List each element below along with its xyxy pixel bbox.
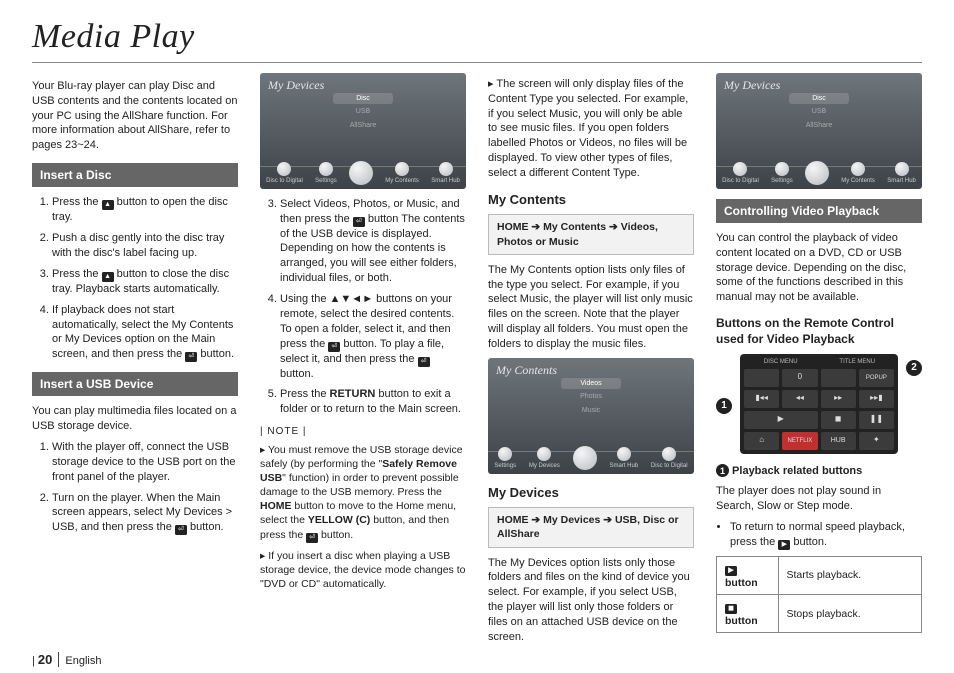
enter-icon: ⏎ xyxy=(306,533,318,543)
disc-steps: Press the ▲ button to open the disc tray… xyxy=(32,195,238,362)
column-1: Your Blu-ray player can play Disc and US… xyxy=(32,73,238,651)
section-insert-disc: Insert a Disc xyxy=(32,163,238,187)
play-icon: ▶ xyxy=(725,566,737,576)
col3-top-note: The screen will only display files of th… xyxy=(488,77,694,181)
prev-icon: ▮◂◂ xyxy=(744,390,779,408)
section-insert-usb: Insert a USB Device xyxy=(32,372,238,396)
column-3: The screen will only display files of th… xyxy=(488,73,694,651)
screenshot-my-devices-2: My Devices Disc USB AllShare Disc to Dig… xyxy=(716,73,922,189)
usb-intro: You can play multimedia files located on… xyxy=(32,404,238,434)
screenshot-my-devices: My Devices Disc USB AllShare Disc to Dig… xyxy=(260,73,466,189)
page-language: English xyxy=(65,655,101,667)
subhead-my-devices: My Devices xyxy=(488,484,694,502)
play-icon: ▶ xyxy=(778,540,790,550)
column-4: My Devices Disc USB AllShare Disc to Dig… xyxy=(716,73,922,651)
playback-table: ▶ button Starts playback. ◼ button Stops… xyxy=(716,556,922,633)
remote-diagram: DISC MENU TITLE MENU 0 POPUP ▮◂◂ ◂◂ ▸▸ ▸… xyxy=(740,354,898,454)
stop-icon: ◼ xyxy=(821,411,856,429)
usb-steps: With the player off, connect the USB sto… xyxy=(32,440,238,535)
next-icon: ▸▸▮ xyxy=(859,390,894,408)
callout-2: 2 xyxy=(906,360,922,376)
page-title: Media Play xyxy=(32,14,922,63)
notes: You must remove the USB storage device s… xyxy=(260,443,466,592)
my-devices-paragraph: The My Devices option lists only those f… xyxy=(488,556,694,645)
eject-icon: ▲ xyxy=(102,200,114,210)
enter-icon: ⏎ xyxy=(175,525,187,535)
playback-heading: 1 Playback related buttons xyxy=(716,464,922,479)
subhead-my-contents: My Contents xyxy=(488,191,694,209)
intro-paragraph: Your Blu-ray player can play Disc and US… xyxy=(32,79,238,153)
enter-icon: ⏎ xyxy=(353,217,365,227)
crumb-my-contents: HOME ➔ My Contents ➔ Videos, Photos or M… xyxy=(488,214,694,254)
enter-icon: ⏎ xyxy=(418,357,430,367)
col2-steps: Select Videos, Photos, or Music, and the… xyxy=(260,197,466,417)
page-number: 20 xyxy=(38,652,59,667)
screenshot-my-contents: My Contents Videos Photos Music Settings… xyxy=(488,358,694,474)
my-contents-paragraph: The My Contents option lists only files … xyxy=(488,263,694,352)
crumb-my-devices: HOME ➔ My Devices ➔ USB, Disc or AllShar… xyxy=(488,507,694,547)
enter-icon: ⏎ xyxy=(185,352,197,362)
ffwd-icon: ▸▸ xyxy=(821,390,856,408)
home-icon: ⌂ xyxy=(744,432,779,450)
tools-icon: ✦ xyxy=(859,432,894,450)
play-icon: ▶ xyxy=(744,411,818,429)
video-intro: You can control the playback of video co… xyxy=(716,231,922,305)
stop-icon: ◼ xyxy=(725,604,737,614)
callout-1: 1 xyxy=(716,398,732,414)
playback-paragraph: The player does not play sound in Search… xyxy=(716,484,922,514)
pause-icon: ❚❚ xyxy=(859,411,894,429)
eject-icon: ▲ xyxy=(102,272,114,282)
rewind-icon: ◂◂ xyxy=(782,390,817,408)
callout-1-inline: 1 xyxy=(716,464,729,477)
page-footer: | 20English xyxy=(32,651,922,669)
column-2: My Devices Disc USB AllShare Disc to Dig… xyxy=(260,73,466,651)
enter-icon: ⏎ xyxy=(328,342,340,352)
subhead-remote-buttons: Buttons on the Remote Control used for V… xyxy=(716,315,922,347)
note-label: | NOTE | xyxy=(260,425,466,439)
section-video-playback: Controlling Video Playback xyxy=(716,199,922,223)
